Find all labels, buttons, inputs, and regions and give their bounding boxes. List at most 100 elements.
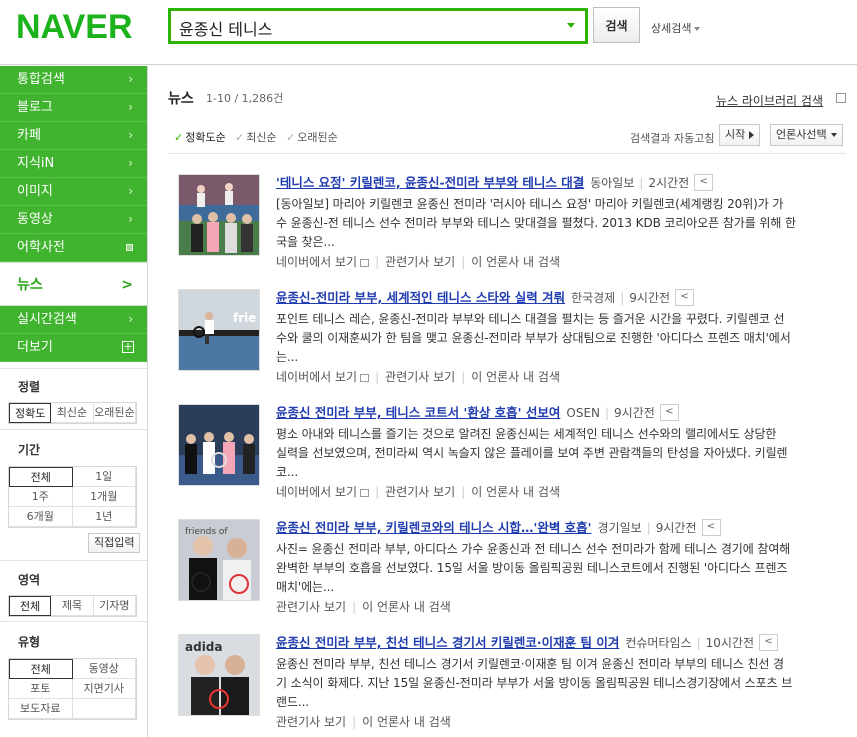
- separator: |: [461, 485, 466, 499]
- news-summary: 포인트 테니스 레슨, 윤종신-전미라 부부와 테니스 대결을 펼치는 등 즐거…: [276, 310, 848, 367]
- share-icon[interactable]: <: [659, 404, 679, 421]
- sidebar-item-more-0[interactable]: 실시간검색 ›: [0, 306, 147, 334]
- press-select-button[interactable]: 언론사선택: [770, 124, 843, 146]
- sidebar-item-label: 블로그: [17, 100, 53, 115]
- news-press[interactable]: 동아일보: [590, 176, 634, 190]
- category-nav: 통합검색 › 블로그 › 카페 › 지식iN › 이미지 › 동영상 › 어학사전 뉴스 > 실시간검색 › 더보…: [0, 66, 147, 362]
- search-box[interactable]: [168, 8, 588, 44]
- search-button[interactable]: 검색: [593, 7, 640, 43]
- period-filter-option[interactable]: 1년: [72, 507, 136, 527]
- autocomplete-arrow-icon[interactable]: [567, 23, 575, 28]
- summary-line: 완벽한 부부의 호흡을 선보였다. 15일 서울 방이동 올림픽공원 테니스코트…: [276, 561, 788, 575]
- news-thumbnail[interactable]: [178, 404, 260, 486]
- news-title-link[interactable]: '테니스 요정' 키릴렌코, 윤종신-전미라 부부와 테니스 대결: [276, 175, 584, 190]
- sidebar-item-more-1[interactable]: 더보기 +: [0, 334, 147, 362]
- news-thumbnail[interactable]: friends of: [178, 519, 260, 601]
- news-action-link[interactable]: 관련기사 보기: [276, 600, 346, 614]
- auto-refresh-start-button[interactable]: 시작: [719, 124, 761, 146]
- period-filter-option[interactable]: 1일: [72, 467, 136, 487]
- news-action-link[interactable]: 관련기사 보기: [385, 485, 455, 499]
- sort-latest[interactable]: ✓ 최신순: [235, 129, 277, 145]
- share-icon[interactable]: <: [701, 519, 721, 536]
- type-filter-option[interactable]: 포토: [9, 679, 73, 699]
- news-title-link[interactable]: 윤종신-전미라 부부, 세계적인 테니스 스타와 실력 겨뤄: [276, 290, 565, 305]
- thumbnail-photo: [179, 405, 259, 485]
- type-filter-option[interactable]: 동영상: [72, 659, 136, 679]
- area-filter-option[interactable]: 제목: [51, 596, 94, 616]
- share-icon[interactable]: <: [694, 174, 714, 191]
- type-filter-option[interactable]: 보도자료: [9, 699, 73, 719]
- period-filter-option[interactable]: 1주: [9, 487, 73, 507]
- area-filter-option[interactable]: 기자명: [93, 596, 136, 616]
- chevron-right-icon: ›: [128, 72, 133, 86]
- sidebar-item-1[interactable]: 블로그 ›: [0, 94, 147, 122]
- summary-line: 평소 아내와 테니스를 즐기는 것으로 알려진 윤종신씨는 세계적인 테니스 선…: [276, 427, 777, 441]
- sidebar-item-news[interactable]: 뉴스 >: [0, 262, 147, 306]
- play-icon: [749, 131, 755, 139]
- sort-filter-option[interactable]: 최신순: [51, 403, 94, 423]
- news-action-link[interactable]: 이 언론사 내 검색: [471, 485, 560, 499]
- news-action-link[interactable]: 네이버에서 보기: [276, 370, 357, 384]
- period-filter-option[interactable]: 6개월: [9, 507, 73, 527]
- news-action-link[interactable]: 네이버에서 보기: [276, 255, 357, 269]
- summary-line: 기 소식이 화제다. 지난 15일 윤종신-전미라 부부가 서울 방이동 올림픽…: [276, 676, 793, 690]
- sort-accuracy[interactable]: ✓ 정확도순: [174, 129, 226, 145]
- news-action-link[interactable]: 이 언론사 내 검색: [471, 370, 560, 384]
- thumbnail-photo: [179, 175, 259, 255]
- period-filter-option[interactable]: 전체: [9, 467, 73, 487]
- news-action-link[interactable]: 관련기사 보기: [385, 255, 455, 269]
- separator: |: [375, 485, 380, 499]
- share-icon[interactable]: <: [675, 289, 695, 306]
- sidebar-item-5[interactable]: 동영상 ›: [0, 206, 147, 234]
- caret-down-icon: [694, 27, 701, 31]
- news-action-link[interactable]: 이 언론사 내 검색: [362, 715, 451, 729]
- sidebar-item-label: 이미지: [17, 184, 53, 199]
- sidebar-item-4[interactable]: 이미지 ›: [0, 178, 147, 206]
- advanced-search-link[interactable]: 상세검색: [651, 20, 701, 36]
- summary-line: 수와 쿨의 이재훈씨가 한 팀을 맺고 윤종신-전미라 부부가 상대팀으로 진행…: [276, 331, 791, 345]
- separator: |: [605, 406, 610, 420]
- news-thumbnail[interactable]: frie: [178, 289, 260, 371]
- search-input[interactable]: [179, 17, 549, 39]
- news-press[interactable]: 컨슈머타임스: [625, 636, 691, 650]
- sort-filter-option[interactable]: 정확도: [9, 403, 52, 423]
- type-filter-option[interactable]: 지면기사: [72, 679, 136, 699]
- news-press[interactable]: OSEN: [566, 406, 600, 420]
- press-select-label: 언론사선택: [776, 128, 827, 141]
- share-icon[interactable]: <: [759, 634, 779, 651]
- sort-oldest[interactable]: ✓ 오래된순: [286, 129, 338, 145]
- summary-line: 수 윤종신-전 테니스 선수 전미라 부부와 테니스 맞대결을 펼쳤다. 201…: [276, 216, 796, 230]
- news-title-link[interactable]: 윤종신 전미라 부부, 키릴렌코와의 테니스 시합…'완벽 호흡': [276, 520, 592, 535]
- separator: |: [352, 600, 357, 614]
- sidebar-item-2[interactable]: 카페 ›: [0, 122, 147, 150]
- sidebar-item-6[interactable]: 어학사전: [0, 234, 147, 262]
- sidebar-item-3[interactable]: 지식iN ›: [0, 150, 147, 178]
- sort-filter-option[interactable]: 오래된순: [93, 403, 136, 423]
- square-icon: [126, 244, 133, 251]
- period-filter-option[interactable]: 1개월: [72, 487, 136, 507]
- news-thumbnail[interactable]: adida: [178, 634, 260, 716]
- news-links: 관련기사 보기 | 이 언론사 내 검색: [276, 598, 848, 616]
- sidebar-item-0[interactable]: 통합검색 ›: [0, 66, 147, 94]
- news-press[interactable]: 경기일보: [598, 521, 642, 535]
- direct-input-button[interactable]: 직접입력: [88, 533, 141, 553]
- type-filter-option[interactable]: 전체: [9, 659, 73, 679]
- news-press[interactable]: 한국경제: [571, 291, 615, 305]
- news-item: '테니스 요정' 키릴렌코, 윤종신-전미라 부부와 테니스 대결 동아일보 | 2시…: [178, 174, 848, 284]
- area-filter-option[interactable]: 전체: [9, 596, 52, 616]
- news-action-link[interactable]: 관련기사 보기: [276, 715, 346, 729]
- news-title-link[interactable]: 윤종신 전미라 부부, 테니스 코트서 '환상 호흡' 선보여: [276, 405, 560, 420]
- separator: |: [375, 370, 380, 384]
- news-action-link[interactable]: 네이버에서 보기: [276, 485, 357, 499]
- period-filter-title: 기간: [18, 443, 41, 457]
- news-library-link[interactable]: 뉴스 라이브러리 검색: [716, 92, 823, 109]
- advanced-search-label: 상세검색: [651, 22, 692, 35]
- news-title-link[interactable]: 윤종신 전미라 부부, 친선 테니스 경기서 키릴렌코·이재훈 팀 이겨: [276, 635, 619, 650]
- news-action-link[interactable]: 관련기사 보기: [385, 370, 455, 384]
- naver-logo[interactable]: NAVER: [16, 8, 133, 47]
- sort-latest-label: 최신순: [246, 131, 277, 144]
- news-action-link[interactable]: 이 언론사 내 검색: [471, 255, 560, 269]
- svg-text:frie: frie: [233, 311, 256, 325]
- news-thumbnail[interactable]: [178, 174, 260, 256]
- news-action-link[interactable]: 이 언론사 내 검색: [362, 600, 451, 614]
